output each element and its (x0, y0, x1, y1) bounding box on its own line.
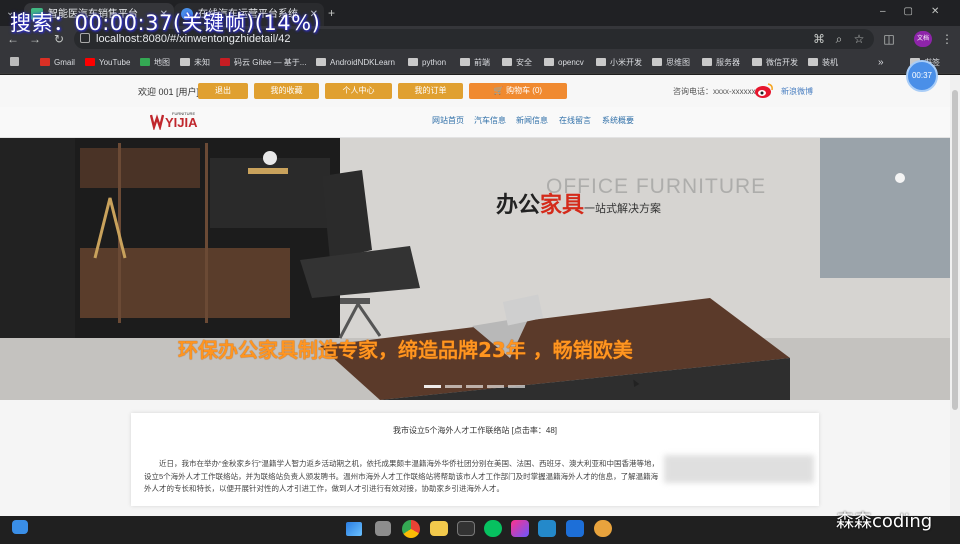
folder-icon (808, 58, 818, 66)
logo-text: YIJIA (165, 115, 198, 130)
banner-title-sub: 一站式解决方案 (584, 202, 662, 215)
bookmark-folder[interactable]: python (408, 55, 446, 70)
bookmark-folder[interactable]: 装机 (808, 55, 838, 70)
nav-home[interactable]: 网站首页 (432, 115, 464, 126)
paw-app-icon[interactable] (594, 520, 612, 537)
folder-icon (652, 58, 662, 66)
folder-icon (180, 58, 190, 66)
task-view-icon[interactable] (375, 521, 391, 536)
bookmark-gmail[interactable]: Gmail (40, 55, 75, 70)
carousel-dot[interactable] (487, 385, 504, 388)
bookmark-folder[interactable]: AndroidNDKLearn (316, 55, 395, 70)
nav-system-overview[interactable]: 系统概要 (602, 115, 634, 126)
search-progress-overlay: 搜索：00:00:37(关键帧)(14%) (10, 11, 321, 35)
chrome-icon[interactable] (402, 520, 420, 538)
bookmark-folder[interactable]: 思维图 (652, 55, 690, 70)
bookmarks-more-button[interactable]: » (878, 55, 884, 70)
folder-icon (544, 58, 554, 66)
youtube-icon (85, 58, 95, 66)
maps-icon (140, 58, 150, 66)
bookmark-folder[interactable]: opencv (544, 55, 584, 70)
article-title: 我市设立5个海外人才工作联络站 [点击率：48] (392, 426, 557, 435)
banner-title: 办公家具一站式解决方案 (496, 187, 661, 219)
extensions-icon[interactable]: ◫ (880, 29, 898, 49)
cart-button[interactable]: 🛒 购物车 (0) (469, 83, 567, 99)
bookmark-folder[interactable]: 微信开发 (752, 55, 798, 70)
logout-button[interactable]: 退出 (198, 83, 248, 99)
logo-mark-icon (150, 114, 164, 130)
bookmark-folder[interactable]: 未知 (180, 55, 210, 70)
blurred-region (664, 455, 814, 483)
bookmark-star-icon[interactable]: ☆ (850, 29, 868, 49)
hero-banner[interactable]: OFFICE FURNITURE 办公家具一站式解决方案 环保办公家具制造专家，… (0, 138, 950, 400)
timer-badge: 00:37 (906, 60, 938, 92)
file-explorer-icon[interactable] (430, 521, 448, 536)
scrollbar-thumb[interactable] (952, 90, 958, 410)
terminal-icon[interactable] (457, 521, 475, 536)
apps-grid-icon[interactable] (10, 55, 23, 70)
windows-taskbar (0, 516, 960, 544)
gmail-icon (40, 58, 50, 66)
profile-center-button[interactable]: 个人中心 (325, 83, 392, 99)
powerpoint-app-icon[interactable] (566, 520, 584, 537)
folder-icon (316, 58, 326, 66)
widgets-icon[interactable] (12, 520, 28, 534)
window-controls[interactable]: –▢✕ (880, 6, 957, 17)
hotline-text: 咨询电话：xxxx-xxxxxx (673, 87, 756, 96)
my-orders-button[interactable]: 我的订单 (398, 83, 463, 99)
nav-cars[interactable]: 汽车信息 (474, 115, 506, 126)
zoom-icon[interactable]: ⌕ (830, 29, 848, 49)
bookmark-gitee[interactable]: 码云 Gitee — 基于... (220, 55, 306, 70)
windows-start-icon[interactable] (346, 522, 362, 536)
bookmark-folder[interactable]: 服务器 (702, 55, 740, 70)
bookmark-youtube[interactable]: YouTube (85, 55, 130, 70)
vscode-icon[interactable] (538, 520, 556, 537)
weibo-icon[interactable] (754, 82, 774, 99)
bookmark-folder[interactable]: 安全 (502, 55, 532, 70)
carousel-dot[interactable] (508, 385, 525, 388)
gitee-icon (220, 58, 230, 66)
folder-icon (702, 58, 712, 66)
banner-title-red: 家具 (540, 193, 585, 218)
new-tab-button[interactable]: + (328, 6, 335, 20)
intellij-icon[interactable] (511, 520, 529, 537)
wechat-icon[interactable] (484, 520, 502, 537)
profile-avatar[interactable]: 文档 (914, 31, 932, 47)
bookmark-folder[interactable]: 前端 (460, 55, 490, 70)
article-body: 近日，我市在举办“金秋家乡行”温籍学人智力返乡活动期之机，依托成果颇丰温籍海外华… (144, 459, 659, 493)
carousel-dot-active[interactable] (424, 385, 441, 388)
folder-icon (752, 58, 762, 66)
bookmark-maps[interactable]: 地图 (140, 55, 170, 70)
welcome-text: 欢迎 001 [用户] (138, 87, 200, 97)
folder-icon (408, 58, 418, 66)
nav-news[interactable]: 新闻信息 (516, 115, 548, 126)
carousel-dot[interactable] (466, 385, 483, 388)
folder-icon (596, 58, 606, 66)
banner-title-black: 办公 (496, 193, 541, 218)
web-page: 欢迎 001 [用户] 退出 我的收藏 个人中心 我的订单 🛒 购物车 (0) … (0, 75, 950, 516)
bookmark-folder[interactable]: 小米开发 (596, 55, 642, 70)
folder-icon (502, 58, 512, 66)
banner-slogan: 环保办公家具制造专家，缔造品牌23年 ，畅销欧美 (178, 338, 633, 362)
nav-messages[interactable]: 在线留言 (559, 115, 591, 126)
menu-icon[interactable]: ⋮ (938, 29, 956, 49)
favorites-button[interactable]: 我的收藏 (254, 83, 319, 99)
translate-icon[interactable]: ⌘ (810, 29, 828, 49)
carousel-dot[interactable] (445, 385, 462, 388)
site-logo[interactable]: FURNITURE YIJIA (150, 111, 202, 131)
channel-watermark: 森森coding (836, 511, 933, 532)
weibo-link[interactable]: 新浪微博 (781, 86, 813, 97)
folder-icon (460, 58, 470, 66)
